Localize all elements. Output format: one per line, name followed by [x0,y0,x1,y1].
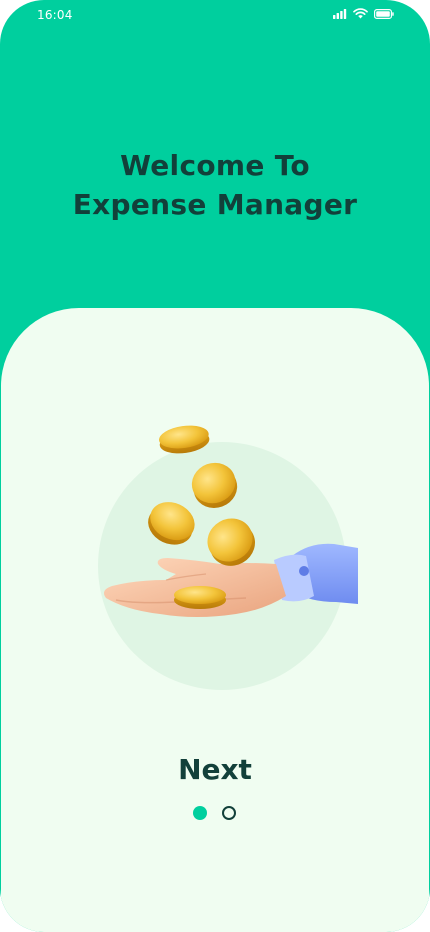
battery-icon [374,8,394,19]
next-button[interactable]: Next [0,750,430,790]
onboarding-screen: 16:04 Welcome To Expense Manager Next [0,0,430,932]
signal-icon [333,8,347,19]
welcome-title: Welcome To Expense Manager [0,146,430,224]
welcome-title-line-1: Welcome To [120,149,310,182]
status-icons [333,8,394,19]
page-indicator-dot-2[interactable] [222,806,236,820]
page-indicator-dot-1[interactable] [193,806,207,820]
status-time: 16:04 [37,8,73,22]
page-indicator [193,806,236,820]
hand-with-coins-illustration [98,425,358,690]
welcome-title-line-2: Expense Manager [72,188,358,221]
status-bar: 16:04 [0,0,430,34]
wifi-icon [353,8,368,19]
